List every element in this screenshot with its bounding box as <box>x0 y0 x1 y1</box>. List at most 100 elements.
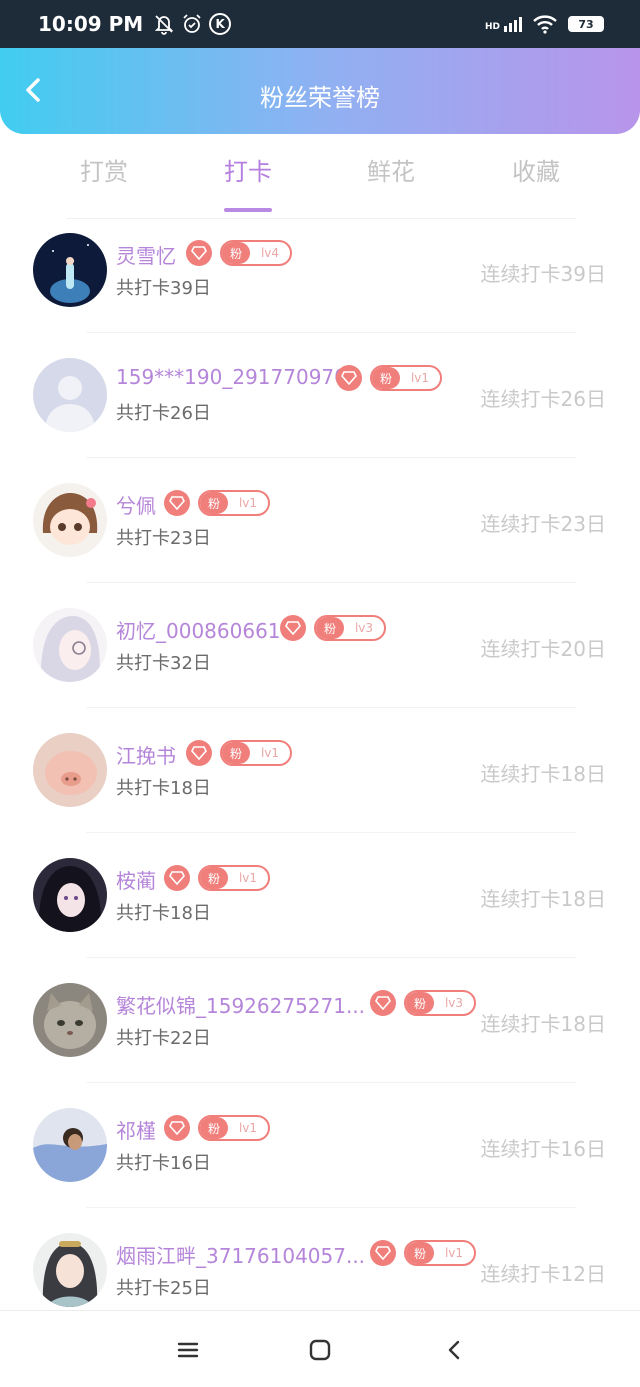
total-checkins: 共打卡18日 <box>116 903 211 924</box>
tab-bar: 打赏 打卡 鲜花 收藏 <box>0 138 640 219</box>
fan-level-badge: 粉 lv3 <box>314 615 386 641</box>
fan-level: lv1 <box>238 871 258 885</box>
avatar[interactable] <box>33 858 107 932</box>
list-item[interactable]: 初忆_000860661 粉 lv3 共打卡32日 连续打卡20日 <box>0 583 640 708</box>
total-checkins: 共打卡26日 <box>116 403 211 424</box>
battery-icon: 73 <box>568 16 604 32</box>
avatar[interactable] <box>33 1233 107 1307</box>
total-checkins: 共打卡32日 <box>116 653 211 674</box>
status-bar: 10:09 PM K HD 73 <box>0 0 640 48</box>
user-name[interactable]: 灵雪忆 <box>116 240 176 269</box>
streak-checkins: 连续打卡18日 <box>480 887 606 911</box>
status-time: 10:09 PM <box>38 12 144 36</box>
avatar[interactable] <box>33 733 107 807</box>
total-checkins: 共打卡16日 <box>116 1153 211 1174</box>
total-checkins: 共打卡39日 <box>116 278 211 299</box>
wifi-icon <box>533 15 557 34</box>
tab-checkin[interactable]: 打卡 <box>188 152 308 212</box>
streak-checkins: 连续打卡23日 <box>480 512 606 536</box>
diamond-icon <box>186 240 212 266</box>
list-item[interactable]: 繁花似锦_15926275271... 粉 lv3 共打卡22日 连续打卡18日 <box>0 958 640 1083</box>
fan-level-badge: 粉 lv1 <box>198 490 270 516</box>
fan-level-badge: 粉 lv3 <box>404 990 476 1016</box>
fan-label: 粉 <box>316 617 344 639</box>
fan-level: lv3 <box>444 996 464 1010</box>
list-item[interactable]: 桉蔺 粉 lv1 共打卡18日 连续打卡18日 <box>0 833 640 958</box>
fan-label: 粉 <box>406 1242 434 1264</box>
diamond-icon <box>336 365 362 391</box>
bell-off-icon <box>155 15 174 35</box>
fan-label: 粉 <box>200 1117 228 1139</box>
tab-tip[interactable]: 打赏 <box>44 152 164 202</box>
tab-label: 打卡 <box>224 158 272 186</box>
diamond-icon <box>370 990 396 1016</box>
user-name[interactable]: 桉蔺 <box>116 865 156 894</box>
avatar[interactable] <box>33 483 107 557</box>
user-name[interactable]: 祁槿 <box>116 1115 156 1144</box>
app-header: 粉丝荣誉榜 <box>0 48 640 134</box>
fan-level-badge: 粉 lv4 <box>220 240 292 266</box>
fan-level: lv3 <box>354 621 374 635</box>
battery-level: 73 <box>578 17 594 31</box>
avatar[interactable] <box>33 233 107 307</box>
diamond-icon <box>370 1240 396 1266</box>
list-item[interactable]: 159***190_291770970 粉 lv1 共打卡26日 连续打卡26日 <box>0 333 640 458</box>
streak-checkins: 连续打卡39日 <box>480 262 606 286</box>
user-name[interactable]: 繁花似锦_15926275271... <box>116 990 365 1019</box>
user-badges: 粉 lv3 <box>370 990 476 1016</box>
diamond-icon <box>164 865 190 891</box>
user-badges: 粉 lv1 <box>164 490 270 516</box>
user-badges: 粉 lv1 <box>164 1115 270 1141</box>
user-badges: 粉 lv3 <box>280 615 386 641</box>
k-app-icon: K <box>209 13 232 35</box>
user-name[interactable]: 兮佩 <box>116 490 156 519</box>
fan-level-badge: 粉 lv1 <box>404 1240 476 1266</box>
tab-label: 收藏 <box>512 158 560 186</box>
fan-level-badge: 粉 lv1 <box>220 740 292 766</box>
fan-level: lv1 <box>238 496 258 510</box>
tab-favorites[interactable]: 收藏 <box>476 152 596 202</box>
user-name[interactable]: 159***190_291770970 <box>116 365 347 389</box>
system-nav-bar <box>0 1310 640 1387</box>
fan-label: 粉 <box>200 492 228 514</box>
streak-checkins: 连续打卡18日 <box>480 762 606 786</box>
streak-checkins: 连续打卡18日 <box>480 1012 606 1036</box>
user-name[interactable]: 烟雨江畔_37176104057... <box>116 1240 365 1269</box>
user-badges: 粉 lv1 <box>370 1240 476 1266</box>
list-item[interactable]: 江挽书 粉 lv1 共打卡18日 连续打卡18日 <box>0 708 640 833</box>
tab-label: 打赏 <box>80 158 128 186</box>
network-label: HD <box>484 21 500 32</box>
fan-label: 粉 <box>406 992 434 1014</box>
fan-label: 粉 <box>200 867 228 889</box>
diamond-icon <box>280 615 306 641</box>
user-name[interactable]: 江挽书 <box>116 740 176 769</box>
diamond-icon <box>186 740 212 766</box>
avatar[interactable] <box>33 1108 107 1182</box>
streak-checkins: 连续打卡12日 <box>480 1262 606 1286</box>
fan-label: 粉 <box>222 242 250 264</box>
user-badges: 粉 lv1 <box>336 365 442 391</box>
total-checkins: 共打卡22日 <box>116 1028 211 1049</box>
tab-flowers[interactable]: 鲜花 <box>331 152 451 202</box>
list-item[interactable]: 灵雪忆 粉 lv4 共打卡39日 连续打卡39日 <box>0 208 640 333</box>
user-badges: 粉 lv1 <box>186 740 292 766</box>
back-nav-icon[interactable] <box>442 1337 468 1363</box>
avatar[interactable] <box>33 983 107 1057</box>
alarm-icon <box>183 14 201 33</box>
menu-icon[interactable] <box>175 1337 201 1363</box>
home-icon[interactable] <box>307 1337 333 1363</box>
avatar[interactable] <box>33 358 107 432</box>
avatar[interactable] <box>33 608 107 682</box>
list-item[interactable]: 兮佩 粉 lv1 共打卡23日 连续打卡23日 <box>0 458 640 583</box>
diamond-icon <box>164 490 190 516</box>
streak-checkins: 连续打卡26日 <box>480 387 606 411</box>
fan-level: lv1 <box>444 1246 464 1260</box>
fan-level: lv1 <box>410 371 430 385</box>
list-item[interactable]: 祁槿 粉 lv1 共打卡16日 连续打卡16日 <box>0 1083 640 1208</box>
fan-level: lv1 <box>260 746 280 760</box>
total-checkins: 共打卡23日 <box>116 528 211 549</box>
user-name[interactable]: 初忆_000860661 <box>116 615 281 644</box>
fan-level: lv1 <box>238 1121 258 1135</box>
total-checkins: 共打卡25日 <box>116 1278 211 1299</box>
tab-label: 鲜花 <box>367 158 415 186</box>
